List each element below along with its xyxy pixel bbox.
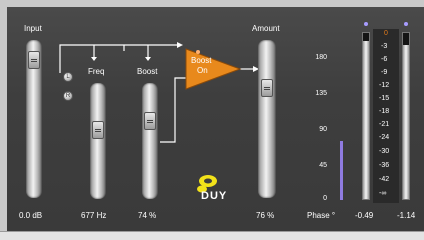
- phase-label: Phase °: [307, 211, 336, 220]
- db-tick: -18: [379, 108, 390, 115]
- db-tick: -9: [381, 69, 388, 76]
- db-tick: -42: [379, 176, 390, 183]
- meter-left-peak-indicator: [364, 22, 368, 26]
- db-tick: -6: [381, 56, 388, 63]
- window-bottom-bar: [0, 231, 424, 240]
- db-tick: -21: [379, 121, 390, 128]
- duy-logo: DUY: [192, 169, 234, 203]
- meter-right-value: -1.14: [397, 211, 416, 220]
- db-tick: -36: [379, 162, 390, 169]
- plugin-window: Input 0.0 dB L R Freq 677 Hz Boost 74 % …: [0, 0, 424, 240]
- phase-tick: 90: [319, 126, 327, 133]
- db-tick: -3: [381, 43, 388, 50]
- level-meter-left: [362, 32, 370, 200]
- phase-tick: 45: [319, 162, 327, 169]
- phase-tick: 180: [315, 54, 327, 61]
- db-tick: -24: [379, 134, 390, 141]
- phase-scale: 180 135 90 45 0: [303, 54, 333, 204]
- db-tick: -∞: [379, 190, 387, 197]
- level-meter-right: [402, 32, 410, 200]
- boost-on-button[interactable]: Boost On: [186, 49, 224, 89]
- meter-left-value: -0.49: [355, 211, 374, 220]
- db-tick: -30: [379, 148, 390, 155]
- plugin-panel: Input 0.0 dB L R Freq 677 Hz Boost 74 % …: [7, 7, 424, 231]
- db-tick: -15: [379, 95, 390, 102]
- level-meter-left-fill: [363, 41, 369, 199]
- phase-tick: 135: [315, 90, 327, 97]
- level-meter-right-fill: [403, 44, 409, 199]
- amount-slider-thumb[interactable]: [261, 79, 273, 97]
- boost-on-line2: On: [197, 66, 208, 75]
- meter-right-peak-indicator: [404, 22, 408, 26]
- db-scale: 0 -3 -6 -9 -12 -15 -18 -21 -24 -30 -36 -…: [373, 29, 399, 203]
- db-tick: -12: [379, 82, 390, 89]
- db-tick: 0: [384, 30, 388, 37]
- amount-value: 76 %: [256, 211, 275, 220]
- amount-label: Amount: [252, 24, 280, 33]
- boost-on-line1: Boost: [191, 56, 212, 65]
- phase-bar: [340, 141, 343, 200]
- duy-logo-text: DUY: [201, 190, 228, 202]
- phase-tick: 0: [323, 195, 327, 202]
- amount-slider-track[interactable]: [258, 40, 276, 198]
